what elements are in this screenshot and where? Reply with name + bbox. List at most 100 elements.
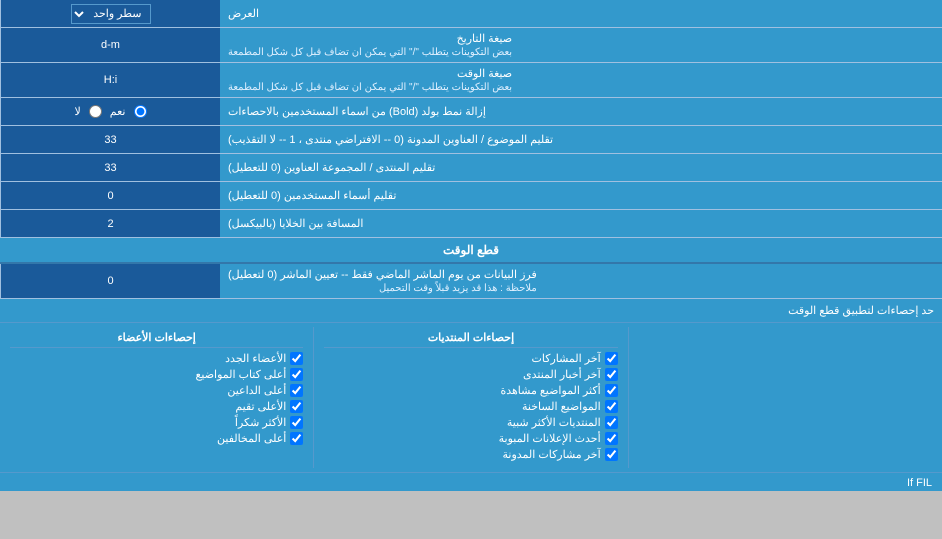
- username-limit-label: تقليم أسماء المستخدمين (0 للتعطيل): [220, 182, 942, 209]
- bold-radio-group: نعم لا: [75, 105, 147, 118]
- time-cutoff-filter-input-container: [0, 264, 220, 298]
- cutoff-apply-label: حد إحصاءات لتطبيق قطع الوقت: [8, 304, 934, 317]
- cell-spacing-title: المسافة بين الخلايا (بالبيكسل): [228, 217, 363, 230]
- page-title: العرض: [228, 7, 259, 20]
- time-format-input[interactable]: [7, 74, 214, 86]
- member-stats-header: إحصاءات الأعضاء: [10, 331, 303, 348]
- time-cutoff-section-header: قطع الوقت: [0, 238, 942, 262]
- username-limit-input-container: [0, 182, 220, 209]
- forum-stats-column: إحصاءات المنتديات آخر المشاركات آخر أخبا…: [313, 327, 627, 468]
- time-cutoff-filter-sublabel: ملاحظة : هذا قد يزيد قبلاً وقت التحميل: [228, 283, 537, 294]
- main-container: العرض سطر واحد سطران ثلاثة أسطر صيغة الت…: [0, 0, 942, 491]
- bold-no-label[interactable]: لا: [75, 105, 81, 118]
- date-format-sublabel: بعض التكوينات يتطلب "/" التي يمكن ان تضا…: [228, 47, 512, 58]
- time-cutoff-filter-input[interactable]: [7, 275, 214, 287]
- time-cutoff-filter-title: فرز البيانات من يوم الماشر الماضي فقط --…: [228, 268, 537, 281]
- topic-title-limit-label: تقليم الموضوع / العناوين المدونة (0 -- ا…: [220, 126, 942, 153]
- label-last-posts[interactable]: آخر المشاركات: [532, 352, 601, 365]
- time-format-label: صيغة الوقت بعض التكوينات يتطلب "/" التي …: [220, 63, 942, 97]
- time-format-row: صيغة الوقت بعض التكوينات يتطلب "/" التي …: [0, 63, 942, 98]
- bold-no-radio[interactable]: [89, 105, 102, 118]
- checkbox-forum-news[interactable]: [605, 368, 618, 381]
- bold-yes-label[interactable]: نعم: [110, 105, 126, 118]
- label-top-rated[interactable]: الأعلى تقيم: [235, 400, 286, 413]
- date-format-input-container: [0, 28, 220, 62]
- cell-spacing-row: المسافة بين الخلايا (بالبيكسل): [0, 210, 942, 238]
- checkbox-last-posts[interactable]: [605, 352, 618, 365]
- label-similar-forums[interactable]: المنتديات الأكثر شبية: [507, 416, 601, 429]
- label-new-members[interactable]: الأعضاء الجدد: [225, 352, 286, 365]
- checkbox-new-members[interactable]: [290, 352, 303, 365]
- checkbox-top-inviters[interactable]: [290, 384, 303, 397]
- title-row: العرض سطر واحد سطران ثلاثة أسطر: [0, 0, 942, 28]
- label-top-violators[interactable]: أعلى المخالفين: [217, 432, 286, 445]
- time-cutoff-header-row: قطع الوقت: [0, 238, 942, 264]
- mode-select[interactable]: سطر واحد سطران ثلاثة أسطر: [71, 4, 151, 24]
- label-classified-ads[interactable]: أحدث الإعلانات المبوبة: [499, 432, 601, 445]
- checkbox-item-top-posters: أعلى كتاب المواضيع: [10, 368, 303, 381]
- bold-remove-title: إزالة نمط بولد (Bold) من اسماء المستخدمي…: [228, 105, 486, 118]
- label-hot-topics[interactable]: المواضيع الساخنة: [522, 400, 601, 413]
- mode-select-container: سطر واحد سطران ثلاثة أسطر: [0, 0, 220, 27]
- label-most-thanked[interactable]: الأكثر شكراً: [235, 416, 286, 429]
- checkbox-top-posters[interactable]: [290, 368, 303, 381]
- username-limit-title: تقليم أسماء المستخدمين (0 للتعطيل): [228, 189, 396, 202]
- topic-title-limit-row: تقليم الموضوع / العناوين المدونة (0 -- ا…: [0, 126, 942, 154]
- checkbox-item-blog-posts: آخر مشاركات المدونة: [324, 448, 617, 461]
- forum-title-limit-title: تقليم المنتدى / المجموعة العناوين (0 للت…: [228, 161, 435, 174]
- member-stats-column: إحصاءات الأعضاء الأعضاء الجدد أعلى كتاب …: [0, 327, 313, 468]
- time-cutoff-filter-label: فرز البيانات من يوم الماشر الماضي فقط --…: [220, 264, 942, 298]
- cutoff-apply-row: حد إحصاءات لتطبيق قطع الوقت: [0, 299, 942, 323]
- time-format-title: صيغة الوقت: [228, 67, 512, 80]
- label-forum-news[interactable]: آخر أخبار المنتدى: [523, 368, 601, 381]
- forum-title-limit-input-container: [0, 154, 220, 181]
- topic-title-limit-title: تقليم الموضوع / العناوين المدونة (0 -- ا…: [228, 133, 553, 146]
- topic-title-limit-input[interactable]: [7, 134, 214, 146]
- username-limit-input[interactable]: [7, 190, 214, 202]
- time-cutoff-filter-row: فرز البيانات من يوم الماشر الماضي فقط --…: [0, 264, 942, 299]
- label-top-inviters[interactable]: أعلى الداعين: [227, 384, 286, 397]
- checkbox-most-viewed[interactable]: [605, 384, 618, 397]
- if-fil-text: If FIL: [907, 477, 932, 489]
- checkbox-item-similar-forums: المنتديات الأكثر شبية: [324, 416, 617, 429]
- checkbox-classified-ads[interactable]: [605, 432, 618, 445]
- checkbox-item-last-posts: آخر المشاركات: [324, 352, 617, 365]
- checkbox-item-classified-ads: أحدث الإعلانات المبوبة: [324, 432, 617, 445]
- time-cutoff-header-text: قطع الوقت: [443, 243, 499, 257]
- title-label: العرض: [220, 0, 942, 27]
- checkbox-similar-forums[interactable]: [605, 416, 618, 429]
- checkbox-item-top-inviters: أعلى الداعين: [10, 384, 303, 397]
- date-format-row: صيغة التاريخ بعض التكوينات يتطلب "/" الت…: [0, 28, 942, 63]
- checkbox-item-most-thanked: الأكثر شكراً: [10, 416, 303, 429]
- forum-stats-header: إحصاءات المنتديات: [324, 331, 617, 348]
- cell-spacing-input[interactable]: [7, 218, 214, 230]
- date-format-title: صيغة التاريخ: [228, 32, 512, 45]
- bold-yes-radio[interactable]: [134, 105, 147, 118]
- checkbox-hot-topics[interactable]: [605, 400, 618, 413]
- label-top-posters[interactable]: أعلى كتاب المواضيع: [196, 368, 287, 381]
- bold-remove-label: إزالة نمط بولد (Bold) من اسماء المستخدمي…: [220, 98, 942, 125]
- date-format-input[interactable]: [7, 39, 214, 51]
- cell-spacing-input-container: [0, 210, 220, 237]
- checkbox-item-new-members: الأعضاء الجدد: [10, 352, 303, 365]
- date-format-label: صيغة التاريخ بعض التكوينات يتطلب "/" الت…: [220, 28, 942, 62]
- checkbox-top-violators[interactable]: [290, 432, 303, 445]
- bold-remove-radio-container: نعم لا: [0, 98, 220, 125]
- username-limit-row: تقليم أسماء المستخدمين (0 للتعطيل): [0, 182, 942, 210]
- checkbox-item-top-violators: أعلى المخالفين: [10, 432, 303, 445]
- checkbox-item-forum-news: آخر أخبار المنتدى: [324, 368, 617, 381]
- label-most-viewed[interactable]: أكثر المواضيع مشاهدة: [500, 384, 600, 397]
- forum-title-limit-input[interactable]: [7, 162, 214, 174]
- topic-title-limit-input-container: [0, 126, 220, 153]
- checkbox-blog-posts[interactable]: [605, 448, 618, 461]
- checkboxes-area: إحصاءات المنتديات آخر المشاركات آخر أخبا…: [0, 323, 942, 472]
- forum-title-limit-row: تقليم المنتدى / المجموعة العناوين (0 للت…: [0, 154, 942, 182]
- checkbox-most-thanked[interactable]: [290, 416, 303, 429]
- label-blog-posts[interactable]: آخر مشاركات المدونة: [503, 448, 601, 461]
- bold-remove-row: إزالة نمط بولد (Bold) من اسماء المستخدمي…: [0, 98, 942, 126]
- checkbox-item-top-rated: الأعلى تقيم: [10, 400, 303, 413]
- cell-spacing-label: المسافة بين الخلايا (بالبيكسل): [220, 210, 942, 237]
- if-fil-row: If FIL: [0, 472, 942, 491]
- checkbox-top-rated[interactable]: [290, 400, 303, 413]
- checkbox-item-most-viewed: أكثر المواضيع مشاهدة: [324, 384, 617, 397]
